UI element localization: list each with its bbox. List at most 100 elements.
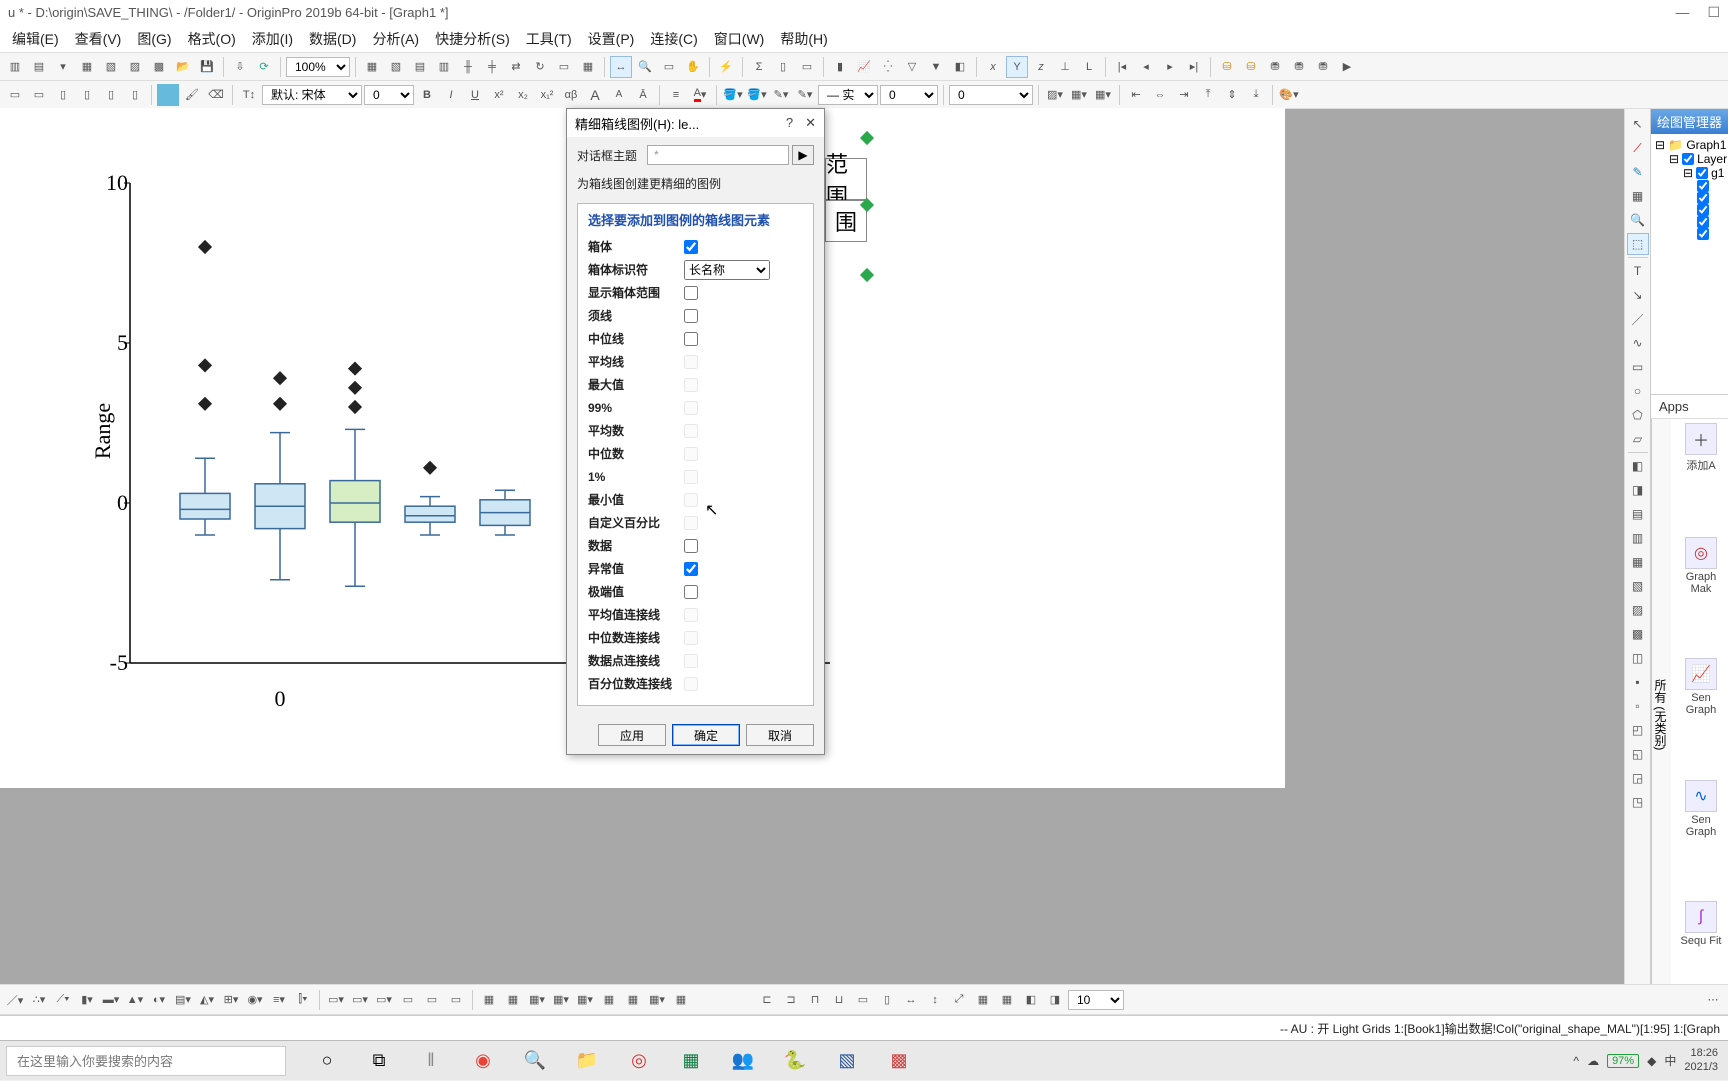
- tpl1-icon[interactable]: ▭▾: [325, 989, 347, 1011]
- paste-format-icon[interactable]: ▭: [28, 84, 50, 106]
- poly-draw-icon[interactable]: ⬠: [1627, 404, 1649, 426]
- grid3-icon[interactable]: ▦: [577, 56, 599, 78]
- tpl5-icon[interactable]: ▭: [421, 989, 443, 1011]
- option-checkbox[interactable]: [684, 332, 698, 346]
- menu-item[interactable]: 帮助(H): [772, 25, 835, 53]
- legend-icon[interactable]: ▭: [553, 56, 575, 78]
- roi13-icon[interactable]: ◱: [1627, 743, 1649, 765]
- sup-icon[interactable]: x²: [488, 84, 510, 106]
- search-app-icon[interactable]: 🔍: [514, 1041, 556, 1081]
- python-icon[interactable]: 🐍: [774, 1041, 816, 1081]
- new-graph-icon[interactable]: ▧: [100, 56, 122, 78]
- option-checkbox[interactable]: [684, 309, 698, 323]
- mask-icon[interactable]: ◧: [949, 56, 971, 78]
- new-project-icon[interactable]: ▥: [4, 56, 26, 78]
- teams-icon[interactable]: 👥: [722, 1041, 764, 1081]
- app-add[interactable]: ＋添加A: [1675, 423, 1727, 533]
- grid-icon[interactable]: ▦▾: [1092, 84, 1114, 106]
- t3-icon[interactable]: ▯: [52, 84, 74, 106]
- arrow-icon[interactable]: ▾: [52, 56, 74, 78]
- align10-icon[interactable]: ▦: [972, 989, 994, 1011]
- region-draw-icon[interactable]: ▱: [1627, 428, 1649, 450]
- roi7-icon[interactable]: ▨: [1627, 599, 1649, 621]
- battery-icon[interactable]: 97%: [1607, 1054, 1639, 1068]
- tree-root[interactable]: ⊟ 📁 Graph1: [1655, 138, 1724, 152]
- overbar-icon[interactable]: Ā: [632, 84, 654, 106]
- font-size-combo[interactable]: 0: [364, 85, 414, 105]
- brush-icon[interactable]: 🖌: [181, 84, 203, 106]
- curve-draw-icon[interactable]: ∿: [1627, 332, 1649, 354]
- grp8-icon[interactable]: ▦▾: [646, 989, 668, 1011]
- nav-last-icon[interactable]: ▸|: [1183, 56, 1205, 78]
- tray-up-icon[interactable]: ^: [1573, 1054, 1579, 1068]
- project-tree[interactable]: ⊟ 📁 Graph1 ⊟ Layer ⊟ g1: [1651, 134, 1728, 394]
- excel-icon[interactable]: ▦: [670, 1041, 712, 1081]
- underline-icon[interactable]: U: [464, 84, 486, 106]
- align6-icon[interactable]: ▯: [876, 989, 898, 1011]
- cancel-button[interactable]: 取消: [746, 724, 814, 746]
- task-view-icon[interactable]: ⧉: [358, 1041, 400, 1081]
- new-workbook-icon[interactable]: ▤: [28, 56, 50, 78]
- line-color2-icon[interactable]: ✎▾: [794, 84, 816, 106]
- circle-draw-icon[interactable]: ○: [1627, 380, 1649, 402]
- option-checkbox[interactable]: [684, 286, 698, 300]
- row-icon[interactable]: ▭: [796, 56, 818, 78]
- ok-button[interactable]: 确定: [672, 724, 740, 746]
- tree-group[interactable]: ⊟ g1: [1655, 166, 1724, 180]
- help-icon[interactable]: ?: [786, 115, 793, 131]
- error-icon[interactable]: ⊥: [1054, 56, 1076, 78]
- open-icon[interactable]: 📂: [172, 56, 194, 78]
- tpl2-icon[interactable]: ▭▾: [349, 989, 371, 1011]
- align9-icon[interactable]: ⤢: [948, 989, 970, 1011]
- taskbar-search[interactable]: 在这里输入你要搜索的内容: [6, 1046, 286, 1076]
- tree-item[interactable]: [1655, 216, 1724, 228]
- palette-icon[interactable]: 🎨▾: [1278, 84, 1300, 106]
- plot-stat-icon[interactable]: ⊞▾: [220, 989, 242, 1011]
- apply-button[interactable]: 应用: [598, 724, 666, 746]
- onedrive-icon[interactable]: ☁: [1587, 1054, 1599, 1068]
- italic-icon[interactable]: I: [440, 84, 462, 106]
- merge-icon[interactable]: ▤: [409, 56, 431, 78]
- fill-color-icon[interactable]: 🪣▾: [722, 84, 744, 106]
- t6-icon[interactable]: ▯: [124, 84, 146, 106]
- menu-item[interactable]: 格式(O): [180, 25, 244, 53]
- menu-item[interactable]: 快捷分析(S): [427, 25, 518, 53]
- db-icon[interactable]: ⛁: [1216, 56, 1238, 78]
- align3-icon[interactable]: ⊓: [804, 989, 826, 1011]
- zoom-out-icon[interactable]: ▭: [658, 56, 680, 78]
- app-item[interactable]: ◎Graph Mak: [1675, 537, 1727, 655]
- stats-icon[interactable]: Σ: [748, 56, 770, 78]
- rescale-icon[interactable]: ↔: [610, 56, 632, 78]
- grp7-icon[interactable]: ▦: [622, 989, 644, 1011]
- maximize-icon[interactable]: ☐: [1707, 4, 1720, 21]
- menu-item[interactable]: 数据(D): [301, 25, 364, 53]
- import-icon[interactable]: ⇩: [229, 56, 251, 78]
- explorer-icon[interactable]: 📁: [566, 1041, 608, 1081]
- pattern2-icon[interactable]: ▦▾: [1068, 84, 1090, 106]
- plot-contour-icon[interactable]: ◉▾: [244, 989, 266, 1011]
- plot-area-icon[interactable]: ▲▾: [124, 989, 146, 1011]
- extract-icon[interactable]: ▥: [433, 56, 455, 78]
- roi8-icon[interactable]: ▩: [1627, 623, 1649, 645]
- region-tool-icon[interactable]: ⬚: [1627, 233, 1649, 255]
- db5-icon[interactable]: ⛃: [1312, 56, 1334, 78]
- roi2-icon[interactable]: ◨: [1627, 479, 1649, 501]
- menu-item[interactable]: 编辑(E): [4, 25, 67, 53]
- db3-icon[interactable]: ⛃: [1264, 56, 1286, 78]
- tray-app-icon[interactable]: ◆: [1647, 1054, 1656, 1068]
- dialog-title-bar[interactable]: 精细箱线图例(H): le... ? ✕: [567, 109, 824, 137]
- grp1-icon[interactable]: ▦: [478, 989, 500, 1011]
- layer-icon[interactable]: ▦: [361, 56, 383, 78]
- zoom-tool-icon[interactable]: 🔍: [1627, 209, 1649, 231]
- roi9-icon[interactable]: ◫: [1627, 647, 1649, 669]
- speedmode-icon[interactable]: ⚡: [715, 56, 737, 78]
- grp5-icon[interactable]: ▦▾: [574, 989, 596, 1011]
- menu-item[interactable]: 窗口(W): [706, 25, 773, 53]
- text-icon[interactable]: T: [1627, 260, 1649, 282]
- menu-item[interactable]: 图(G): [129, 25, 179, 53]
- filter-icon[interactable]: ▽: [901, 56, 923, 78]
- align-left-icon[interactable]: ≡: [665, 84, 687, 106]
- tree-item[interactable]: [1655, 192, 1724, 204]
- roi6-icon[interactable]: ▧: [1627, 575, 1649, 597]
- tree-layer[interactable]: ⊟ Layer: [1655, 152, 1724, 166]
